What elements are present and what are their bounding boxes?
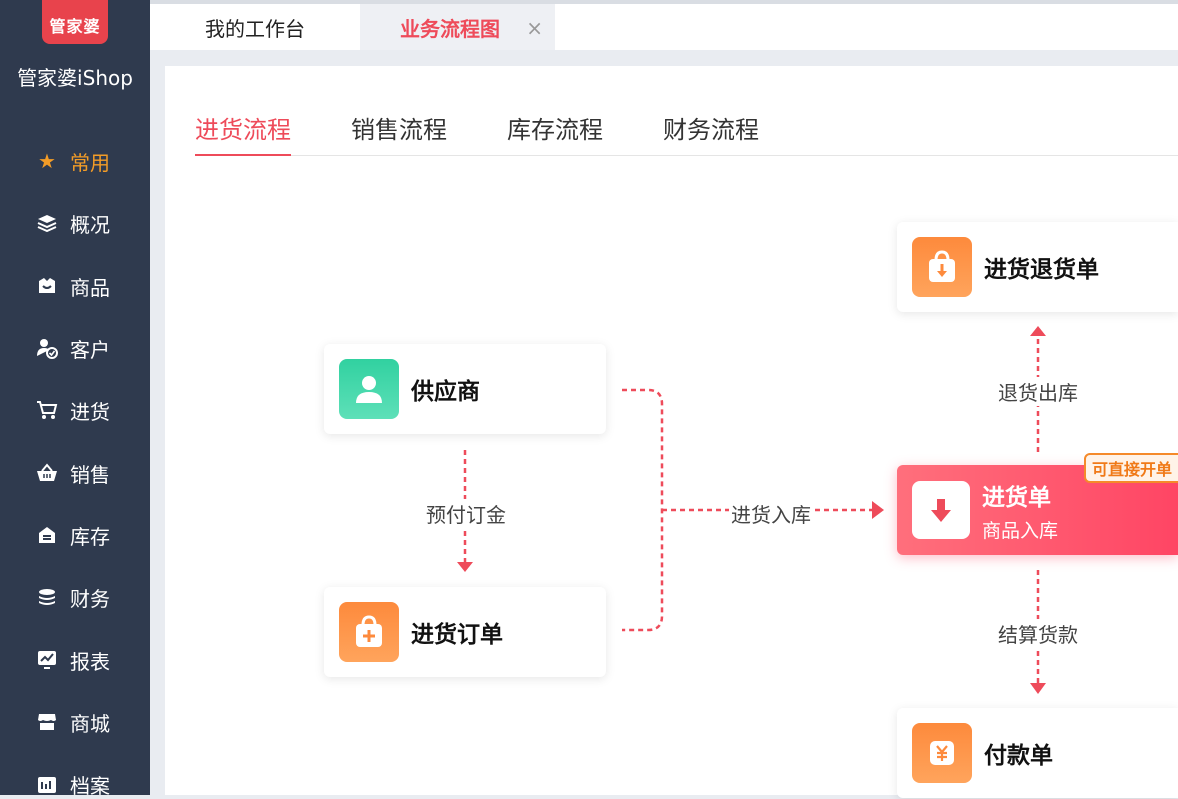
- card-subtitle: 商品入库: [982, 519, 1059, 542]
- card-purchase-return[interactable]: 进货退货单: [897, 222, 1178, 312]
- arrow-down-icon: [912, 481, 970, 539]
- card-title: 进货单: [982, 484, 1051, 511]
- card-title: 进货退货单: [984, 257, 1099, 283]
- card-title: 付款单: [984, 743, 1053, 769]
- yuan-icon: [912, 723, 972, 783]
- flow-label-settle: 结算货款: [996, 619, 1080, 648]
- user-icon: [339, 359, 399, 419]
- card-purchase-order[interactable]: 进货订单: [324, 587, 606, 677]
- flow-label-return: 退货出库: [996, 377, 1080, 406]
- card-payment[interactable]: 付款单: [897, 708, 1178, 798]
- bag-plus-icon: [339, 602, 399, 662]
- card-title: 进货订单: [411, 622, 503, 648]
- card-purchase[interactable]: 进货单 商品入库 可直接开单: [897, 453, 1178, 555]
- flow-label-instock: 进货入库: [729, 499, 813, 528]
- bag-down-icon: [912, 237, 972, 297]
- card-supplier[interactable]: 供应商: [324, 344, 606, 434]
- direct-order-badge: 可直接开单: [1083, 453, 1178, 483]
- flow-label-prepay: 预付订金: [424, 499, 508, 528]
- card-title: 供应商: [411, 379, 480, 405]
